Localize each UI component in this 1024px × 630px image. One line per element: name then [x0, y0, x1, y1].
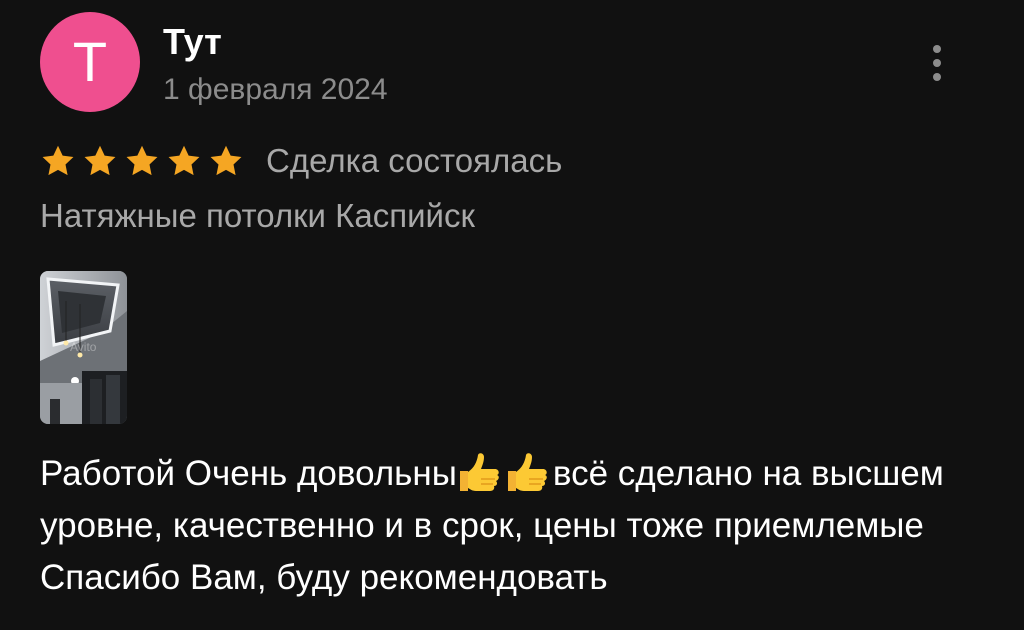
star-icon: [168, 145, 200, 176]
star-icon: [126, 145, 158, 176]
author-name[interactable]: Тут: [163, 22, 222, 62]
star-icon: [84, 145, 116, 176]
avatar-initial: T: [72, 30, 108, 93]
rating-row: Сделка состоялась: [40, 138, 562, 184]
avatar[interactable]: T: [40, 12, 140, 112]
star-rating: [40, 143, 244, 179]
more-vertical-icon: [933, 45, 941, 53]
star-icon: [210, 145, 242, 176]
review-date: 1 февраля 2024: [163, 73, 388, 106]
more-vertical-icon-dot: [933, 73, 941, 81]
deal-status: Сделка состоялась: [266, 142, 563, 179]
svg-text:Avito: Avito: [70, 340, 97, 354]
star-icon: [42, 145, 74, 176]
thumbs-up-icon: [459, 453, 499, 491]
ceiling-photo-image: Avito: [40, 271, 127, 424]
more-options-button[interactable]: [920, 40, 954, 86]
review-text: Работой Очень довольны всё сделано на выс…: [40, 448, 1000, 604]
item-title[interactable]: Натяжные потолки Каспийск: [40, 196, 475, 236]
review-text-part-1: Работой Очень довольны: [40, 454, 457, 493]
review-photo-thumbnail[interactable]: Avito: [40, 271, 127, 424]
more-vertical-icon-dot: [933, 59, 941, 67]
thumbs-up-icon: [507, 453, 547, 491]
review-card: T Тут 1 февраля 2024 Сделка состоялась Н…: [0, 0, 1024, 630]
